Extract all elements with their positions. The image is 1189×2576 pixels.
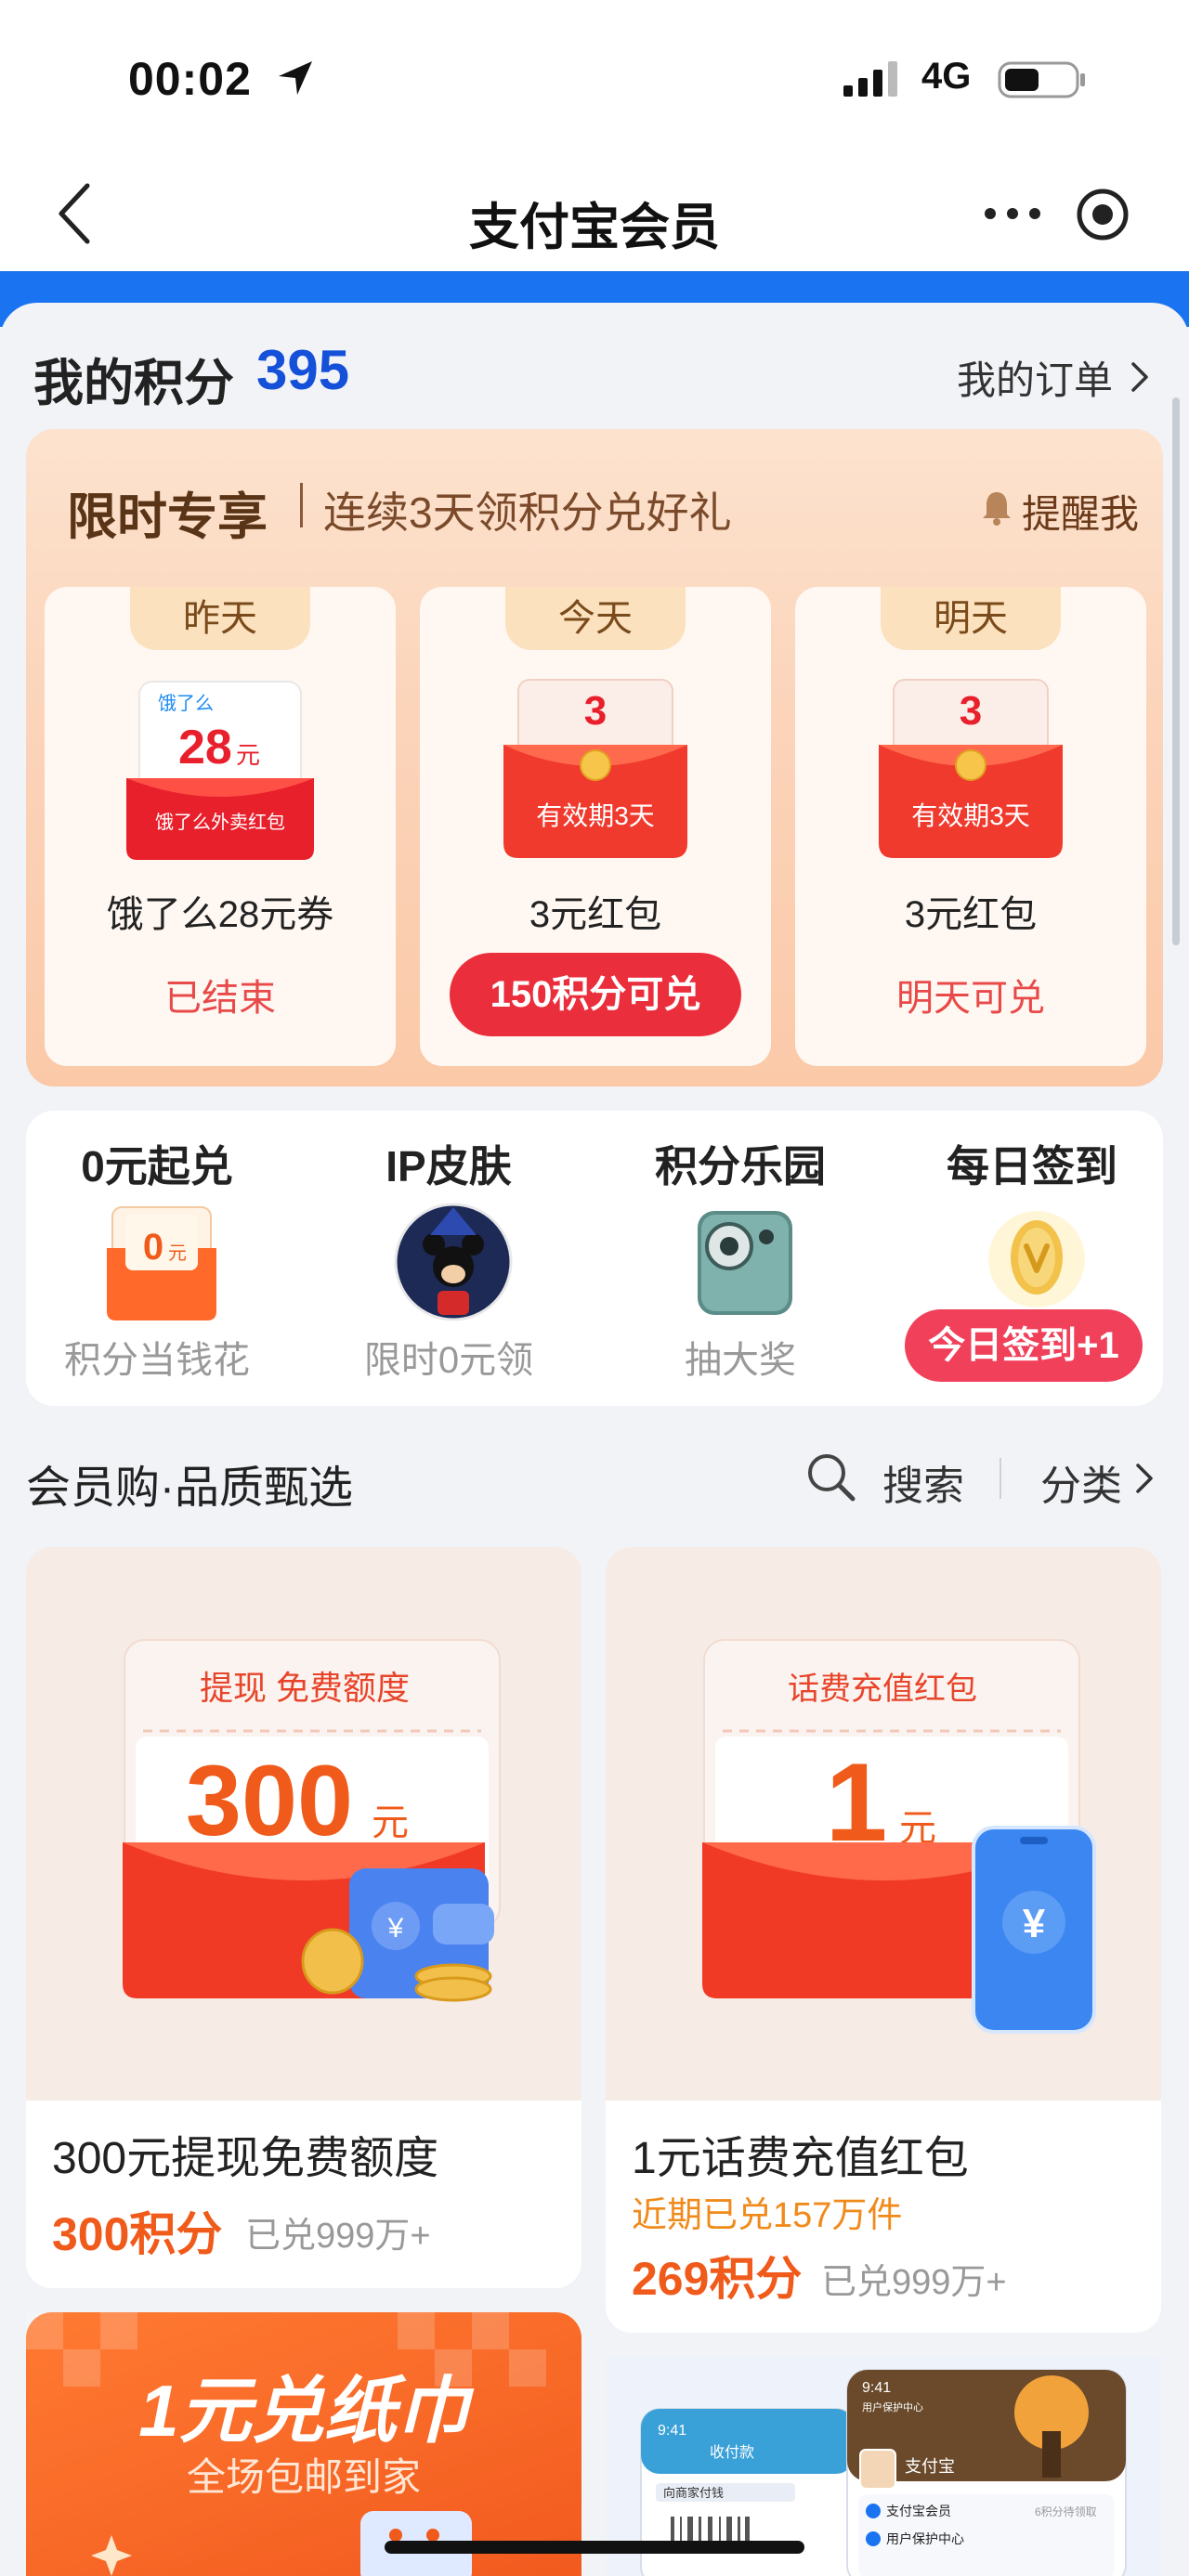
product-card-withdraw-quota[interactable]: 提现 免费额度 300 元 ¥ 300元提现免费额度 300积分 已兑999万+ [26,1547,581,2288]
mickey-avatar-image [394,1203,513,1321]
promo-subtitle: 全场包邮到家 [186,2455,421,2499]
product-recent-redeemed: 近期已兑157万件 [632,2196,903,2235]
svg-text:元: 元 [236,741,260,769]
quick-entry-title: IP皮肤 [385,1142,512,1190]
svg-text:支付宝会员: 支付宝会员 [886,2504,951,2518]
svg-text:9:41: 9:41 [658,2423,686,2439]
status-bar: 00:02 4G [0,0,1189,158]
nav-bar: 支付宝会员 [0,158,1189,271]
svg-text:收付款: 收付款 [710,2444,754,2461]
day-card-yesterday[interactable]: 昨天 饿了么 28 元 饿了么外卖红包 饿了么28元券 已结束 [45,587,396,1066]
svg-text:支付宝: 支付宝 [905,2457,955,2476]
svg-text:300: 300 [186,1744,353,1856]
reward-name: 3元红包 [904,894,1038,935]
svg-text:¥: ¥ [1023,1901,1046,1946]
category-link[interactable]: 分类 [1040,1452,1122,1512]
quick-entry-title: 积分乐园 [655,1142,826,1190]
quick-entry-subtitle: 积分当钱花 [64,1340,250,1381]
day-tab: 今天 [505,587,686,650]
limited-offer-subtitle: 连续3天领积分兑好礼 [323,488,732,537]
svg-text:9:41: 9:41 [862,2380,891,2396]
quick-entry-ip-skin[interactable]: IP皮肤 限时0元领 [314,1133,583,1384]
svg-text:饿了么外卖红包: 饿了么外卖红包 [155,812,285,833]
divider [1000,1458,1001,1499]
svg-text:3: 3 [584,688,607,734]
quick-entry-points-park[interactable]: 积分乐园 抽大奖 [606,1133,875,1384]
svg-text:有效期3天: 有效期3天 [536,801,655,830]
day-tab: 昨天 [130,587,310,650]
quick-entry-zero-yuan[interactable]: 0元起兑 0 元 积分当钱花 [22,1133,292,1384]
svg-text:提现 免费额度: 提现 免费额度 [200,1669,410,1707]
reward-name: 饿了么28元券 [106,894,334,935]
title-divider [300,483,303,527]
reward-status: 明天可兑 [896,978,1045,1019]
remind-me-button[interactable]: 提醒我 [1022,483,1139,540]
svg-text:用户保护中心: 用户保护中心 [886,2531,964,2546]
reward-name: 3元红包 [529,894,662,935]
gold-coin-icon [988,1211,1085,1308]
chevron-right-icon[interactable] [1128,360,1152,394]
svg-text:¥: ¥ [387,1913,404,1944]
svg-text:元: 元 [372,1802,409,1843]
day-card-today[interactable]: 今天 3 有效期3天 3元红包 150积分可兑 [420,587,771,1066]
reward-status: 已结束 [164,978,276,1019]
limited-offer-title: 限时专享 [67,489,268,545]
svg-text:话费充值红包: 话费充值红包 [788,1672,977,1707]
product-points: 300积分 [52,2208,223,2260]
coupon-zero-image: 0 元 [107,1206,216,1321]
day-tab: 明天 [881,587,1061,650]
home-indicator [385,2541,804,2554]
quick-entry-daily-checkin[interactable]: 每日签到 今日签到+1 [897,1133,1167,1384]
svg-text:用户保护中心: 用户保护中心 [862,2400,923,2413]
svg-text:有效期3天: 有效期3天 [911,801,1030,830]
promo-title: 1元兑纸巾 [138,2370,469,2452]
cellular-signal-icon [843,61,897,97]
phone-prize-image [698,1211,792,1315]
eleme-coupon-image: 饿了么 28 元 饿了么外卖红包 [126,681,314,860]
withdraw-quota-image: 提现 免费额度 300 元 ¥ [123,1639,501,2002]
search-link[interactable]: 搜索 [882,1452,964,1512]
points-label: 我的积分 [33,356,234,411]
phone-recharge-image: 话费充值红包 1 元 ¥ [702,1639,1096,2034]
product-name: 300元提现免费额度 [52,2134,439,2183]
scrollbar[interactable] [1172,397,1180,945]
points-value[interactable]: 395 [256,338,349,402]
bell-icon[interactable] [981,488,1013,526]
svg-text:0: 0 [143,1227,163,1268]
svg-text:3: 3 [960,688,982,734]
product-name: 1元话费充值红包 [632,2134,969,2183]
svg-text:元: 元 [168,1243,187,1264]
network-type: 4G [921,56,972,97]
quick-entry-subtitle: 限时0元领 [363,1340,534,1381]
red-packet-image: 3 有效期3天 [879,679,1063,858]
battery-icon [998,61,1085,98]
chevron-right-icon[interactable] [1133,1462,1156,1495]
quick-entry-title: 每日签到 [947,1142,1117,1190]
quick-entry-subtitle: 抽大奖 [685,1340,796,1381]
svg-text:28: 28 [178,721,232,774]
product-card-phone-recharge[interactable]: 话费充值红包 1 元 ¥ 1元话费充值红包 近期已兑157万件 269积分 已兑… [606,1547,1161,2333]
section-title: 会员购·品质甄选 [26,1464,353,1513]
redeem-button[interactable]: 150积分可兑 [450,953,741,1036]
location-arrow-icon [279,61,312,95]
product-sold-count: 已兑999万+ [821,2263,1007,2302]
product-sold-count: 已兑999万+ [245,2217,431,2256]
svg-text:6积分待领取: 6积分待领取 [1035,2505,1097,2518]
svg-text:向商家付钱: 向商家付钱 [663,2486,724,2500]
red-packet-image: 3 有效期3天 [503,679,687,858]
close-miniapp-icon[interactable] [1076,188,1130,241]
search-icon[interactable] [804,1451,856,1503]
quick-entry-title: 0元起兑 [81,1142,233,1190]
product-points: 269积分 [632,2253,803,2305]
my-orders-link[interactable]: 我的订单 [957,349,1113,406]
svg-text:饿了么: 饿了么 [158,693,214,714]
checkin-button[interactable]: 今日签到+1 [905,1309,1143,1382]
more-dots-icon[interactable] [981,195,1044,232]
status-time: 00:02 [128,53,252,105]
day-card-tomorrow[interactable]: 明天 3 有效期3天 3元红包 明天可兑 [795,587,1146,1066]
